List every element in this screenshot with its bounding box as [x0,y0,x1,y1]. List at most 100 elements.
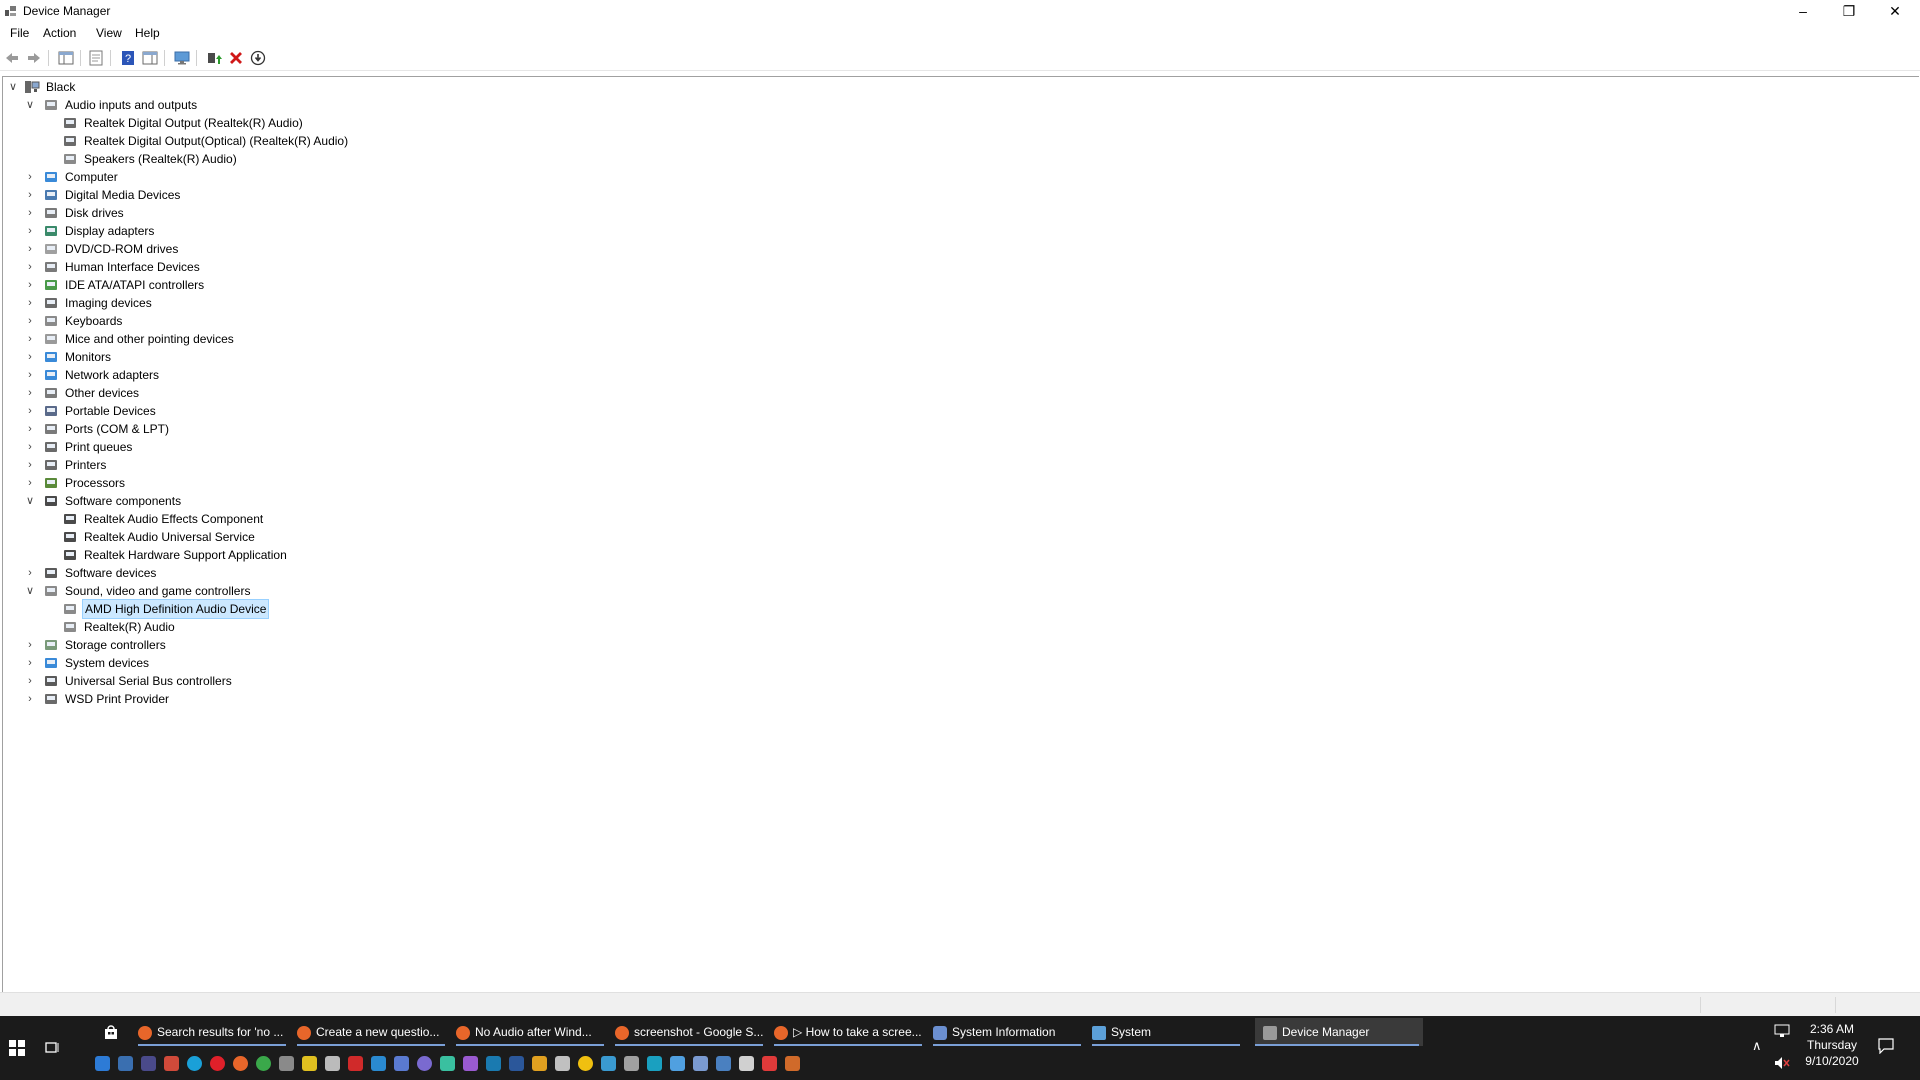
outlook-icon[interactable] [118,1056,133,1071]
expand-chevron-icon[interactable]: › [24,168,36,186]
scan-hardware-icon[interactable] [174,50,190,66]
expand-chevron-icon[interactable]: › [24,438,36,456]
app-icon[interactable] [693,1056,708,1071]
help-icon[interactable]: ? [120,50,136,66]
expand-chevron-icon[interactable]: › [24,276,36,294]
taskbar-task[interactable]: System [1092,1018,1244,1046]
unknown-device-icon [45,388,57,399]
action-pane-icon[interactable] [142,50,158,66]
taskbar-task[interactable]: screenshot - Google S... [615,1018,767,1046]
app-icon[interactable] [302,1056,317,1071]
properties-icon[interactable] [88,50,104,66]
disable-device-icon[interactable] [250,50,266,66]
opera-icon[interactable] [210,1056,225,1071]
menu-view[interactable]: View [96,26,122,40]
app-icon[interactable] [670,1056,685,1071]
expand-chevron-icon[interactable]: › [24,348,36,366]
app-icon[interactable] [624,1056,639,1071]
expand-chevron-icon[interactable]: › [24,312,36,330]
uninstall-device-icon[interactable] [228,50,244,66]
restore-button[interactable]: ❐ [1826,0,1872,22]
app-icon[interactable] [463,1056,478,1071]
taskbar-task[interactable]: Create a new questio... [297,1018,449,1046]
app-icon[interactable] [532,1056,547,1071]
taskbar-task-label: System Information [952,1025,1056,1039]
folder-icon[interactable] [95,1056,110,1071]
app-icon[interactable] [486,1056,501,1071]
word-icon[interactable] [509,1056,524,1071]
audio-output-icon [64,118,76,129]
app-icon[interactable] [440,1056,455,1071]
volume-muted-icon[interactable] [1774,1056,1790,1070]
expand-chevron-icon[interactable]: › [24,294,36,312]
taskbar-task-active[interactable]: Device Manager [1255,1018,1423,1046]
app-icon[interactable] [555,1056,570,1071]
expand-chevron-icon[interactable]: › [24,420,36,438]
update-driver-icon[interactable] [206,50,222,66]
show-hidden-icons-chevron-icon[interactable]: ∧ [1752,1038,1762,1054]
app-icon[interactable] [739,1056,754,1071]
taskbar-task[interactable]: No Audio after Wind... [456,1018,608,1046]
collapse-chevron-icon[interactable]: ∨ [24,492,36,510]
task-view-icon[interactable] [44,1040,60,1056]
app-icon[interactable] [348,1056,363,1071]
expand-chevron-icon[interactable]: › [24,240,36,258]
tree-category-label: Computer [65,170,118,185]
clock-day[interactable]: Thursday [1796,1038,1868,1052]
expand-chevron-icon[interactable]: › [24,222,36,240]
expand-chevron-icon[interactable]: › [24,204,36,222]
app-icon[interactable] [279,1056,294,1071]
expand-chevron-icon[interactable]: › [24,186,36,204]
forward-arrow-icon[interactable] [26,50,42,66]
menu-action[interactable]: Action [43,26,76,40]
expand-chevron-icon[interactable]: › [24,258,36,276]
ide-controller-icon [45,280,57,291]
expand-chevron-icon[interactable]: › [24,474,36,492]
network-icon[interactable] [1774,1024,1790,1038]
taskbar-task[interactable]: System Information [933,1018,1085,1046]
back-arrow-icon[interactable] [4,50,20,66]
app-icon[interactable] [762,1056,777,1071]
app-icon[interactable] [325,1056,340,1071]
speaker-icon [64,604,76,615]
app-icon[interactable] [164,1056,179,1071]
google-icon[interactable] [256,1056,271,1071]
app-icon[interactable] [716,1056,731,1071]
app-icon[interactable] [394,1056,409,1071]
close-button[interactable]: ✕ [1872,0,1918,22]
expand-chevron-icon[interactable]: › [24,636,36,654]
action-center-icon[interactable] [1878,1038,1894,1054]
edge-icon[interactable] [187,1056,202,1071]
expand-chevron-icon[interactable]: › [24,330,36,348]
app-icon[interactable] [371,1056,386,1071]
taskbar-task[interactable]: ▷ How to take a scree... [774,1018,926,1046]
expand-chevron-icon[interactable]: › [24,654,36,672]
app-icon[interactable] [417,1056,432,1071]
show-hide-console-tree-icon[interactable] [58,50,74,66]
speaker-icon [45,586,57,597]
expand-chevron-icon[interactable]: › [24,690,36,708]
app-icon[interactable] [141,1056,156,1071]
collapse-chevron-icon[interactable]: ∨ [7,78,19,96]
collapse-chevron-icon[interactable]: ∨ [24,582,36,600]
expand-chevron-icon[interactable]: › [24,672,36,690]
taskbar-task[interactable]: Search results for 'no ... [138,1018,290,1046]
expand-chevron-icon[interactable]: › [24,564,36,582]
expand-chevron-icon[interactable]: › [24,384,36,402]
store-icon[interactable] [103,1024,119,1040]
firefox-icon[interactable] [233,1056,248,1071]
minimize-button[interactable]: – [1780,0,1826,22]
expand-chevron-icon[interactable]: › [24,402,36,420]
app-icon[interactable] [601,1056,616,1071]
menu-file[interactable]: File [10,26,29,40]
menu-help[interactable]: Help [135,26,160,40]
app-icon[interactable] [578,1056,593,1071]
expand-chevron-icon[interactable]: › [24,366,36,384]
clock-time[interactable]: 2:36 AM [1796,1022,1868,1036]
app-icon[interactable] [647,1056,662,1071]
collapse-chevron-icon[interactable]: ∨ [24,96,36,114]
expand-chevron-icon[interactable]: › [24,456,36,474]
clock-date[interactable]: 9/10/2020 [1796,1054,1868,1068]
app-icon[interactable] [785,1056,800,1071]
start-windows-icon[interactable] [9,1040,25,1056]
